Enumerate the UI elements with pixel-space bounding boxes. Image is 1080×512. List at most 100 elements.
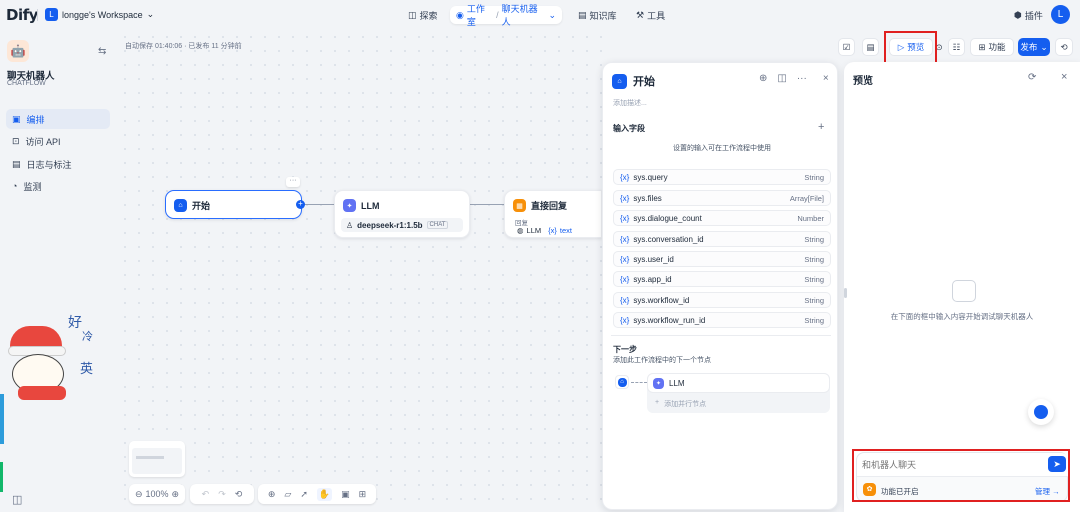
zoom-level[interactable]: 100% [145,489,168,499]
app-icon: 🤖 [7,40,29,62]
sidebar-toggle-icon[interactable]: ◫ [12,493,22,506]
panel-title[interactable]: 开始 [633,73,655,89]
sidebar-item-api[interactable]: ⊡ 访问 API [6,131,110,151]
publish-label: 发布 [1020,42,1038,52]
sidebar-item-label: 监测 [23,181,42,192]
next-node-label: LLM [669,378,685,388]
variable-icon: {x} [620,193,630,203]
left-edge-bar [0,462,3,492]
version-history-icon[interactable]: ⟲ [1055,38,1073,56]
dify-logo[interactable]: Dify [6,6,38,24]
run-step-icon[interactable]: ⊕ [759,73,767,84]
variable-name: sys.conversation_id [633,234,704,244]
layout-icon: ▣ [12,113,21,124]
description-input[interactable]: 添加描述... [613,98,647,108]
wrench-icon: ⚒ [636,9,645,20]
next-node-group: ✦ LLM + 添加并行节点 [647,373,830,413]
more-icon[interactable]: ··· [286,177,300,187]
more-icon[interactable]: ··· [797,73,807,84]
node-title: 直接回复 [531,201,568,211]
model-name: deepseek-r1:1.5b [357,220,423,230]
zoom-out-icon[interactable]: ⊖ [135,489,143,500]
checklist-menu-icon[interactable]: ☷ [948,38,965,56]
checklist-icon[interactable]: ☑ [838,38,855,56]
empty-hint: 在下面的框中输入内容开始调试聊天机器人 [890,312,1034,321]
sidebar-item-logs[interactable]: ▤ 日志与标注 [6,154,110,174]
minimap[interactable] [129,441,185,477]
pointer-icon[interactable]: ➚ [300,489,308,500]
close-icon[interactable]: × [1061,71,1067,83]
close-icon[interactable]: × [823,73,829,84]
answer-node[interactable]: ▦ 直接回复 回复 ◍ LLM {x} text [504,190,602,238]
variable-name: sys.workflow_run_id [633,315,706,325]
node-title: 开始 [192,201,211,211]
add-node-tool-icon[interactable]: ⊕ [268,489,276,500]
nav-knowledge[interactable]: ▤ 知识库 [572,6,623,24]
robot-placeholder-icon [952,280,976,302]
node-title: LLM [361,200,380,211]
workspace-avatar: L [45,8,58,21]
workspace-switcher[interactable]: L longge's Workspace ⌄ [45,8,154,21]
panel-layout-icon[interactable]: ◫ [777,73,786,84]
variable-name: sys.workflow_id [633,295,690,305]
variable-row: {x} sys.query String [613,169,831,185]
cat-sticker: 好 冷 英 [4,312,114,412]
undo-icon[interactable]: ↶ [202,489,210,500]
left-edge-bar [0,394,4,444]
history-control: ↶ ↷ ⟲ [190,484,254,504]
llm-node[interactable]: ✦ LLM ♙ deepseek-r1:1.5b CHAT [334,190,470,238]
canvas-tools: ⊕ ▱ ➚ ✋ ▣ ⊞ [258,484,376,504]
publish-button[interactable]: 发布 ⌄ [1018,38,1050,56]
add-parallel-button[interactable]: + 添加并行节点 [655,399,706,409]
variable-icon: {x} [620,315,630,325]
variable-icon: {x} [620,295,630,305]
note-icon[interactable]: ▱ [284,489,291,500]
current-app-label[interactable]: 聊天机器人 [502,2,546,28]
next-step-title: 下一步 [613,345,637,354]
variable-row: {x} sys.workflow_id String [613,292,831,308]
sidebar-item-label: 编排 [26,114,45,125]
hand-icon[interactable]: ✋ [316,487,333,501]
next-node-llm[interactable]: ✦ LLM [647,373,830,393]
features-button[interactable]: ⊞ 功能 [970,38,1014,56]
nav-tools[interactable]: ⚒ 工具 [630,6,671,24]
layout-organize-icon[interactable]: ⊞ [359,489,367,500]
node-config-panel: ⌂ 开始 ⊕ ◫ ··· × 添加描述... 输入字段 + 设置的输入可在工作流… [602,62,838,510]
answer-icon: ▦ [513,199,526,212]
workflow-canvas[interactable] [118,30,602,512]
redo-icon[interactable]: ↷ [218,489,226,500]
nav-explore[interactable]: ◫ 探索 [402,6,444,24]
collapse-sidebar-icon[interactable]: ⇆ [98,46,106,57]
variable-icon: {x} [620,234,630,244]
compass-icon: ◫ [408,9,417,20]
sticker-char: 冷 [82,331,93,343]
ref-var: text [559,226,572,235]
slash: / [496,10,499,20]
sidebar-item-monitor[interactable]: ◔ 监测 [6,176,110,196]
variable-type: Number [797,213,824,223]
preview-panel: 预览 ⟳ × 在下面的框中输入内容开始调试聊天机器人 ➤ ✿ 功能已开启 管理 … [844,62,1080,512]
user-avatar[interactable]: L [1051,5,1070,24]
sidebar: 🤖 ⇆ 聊天机器人 CHATFLOW ▣ 编排 ⊡ 访问 API ▤ 日志与标注 ◔ 监… [0,30,118,512]
app-type: CHATFLOW [7,80,46,87]
chat-bubble-button[interactable] [1028,399,1054,425]
file-icon: ▤ [12,158,21,169]
history-icon[interactable]: ⟲ [235,489,243,500]
variable-row: {x} sys.files Array[File] [613,190,831,206]
env-variables-icon[interactable]: ▤ [862,38,879,56]
top-bar: Dify L longge's Workspace ⌄ ◫ 探索 ◉ 工作室 / 聊… [0,0,1080,30]
add-input-icon[interactable]: + [818,121,824,133]
variable-row: {x} sys.dialogue_count Number [613,210,831,226]
resize-handle[interactable] [844,288,847,298]
variable-name: sys.files [633,193,662,203]
refresh-icon[interactable]: ⟳ [1028,72,1036,83]
sidebar-item-label: 日志与标注 [26,159,72,170]
minimap-viewport [132,448,182,474]
add-node-icon[interactable]: + [296,200,305,209]
plugins-button[interactable]: ⬢ 插件 [1008,6,1049,24]
zoom-in-icon[interactable]: ⊕ [172,489,180,500]
nav-studio[interactable]: ◉ 工作室 / 聊天机器人 ⌄ [450,4,562,27]
start-node[interactable]: ⌂ 开始 [165,190,302,219]
sidebar-item-orchestrate[interactable]: ▣ 编排 [6,109,110,129]
image-export-icon[interactable]: ▣ [341,489,350,500]
